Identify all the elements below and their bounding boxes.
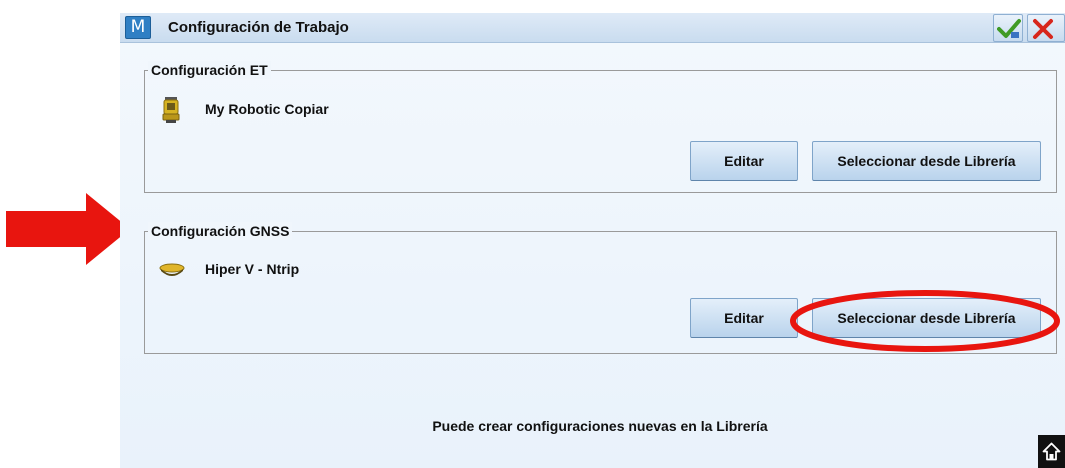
screenshot-page: M Configuración de Trabajo Configuración… [0, 0, 1065, 468]
et-configuration-group: Configuración ET My Robotic Copiar Edita… [144, 61, 1057, 193]
footer-message: Puede crear configuraciones nuevas en la… [432, 418, 768, 434]
annotation-arrow-icon [6, 193, 130, 265]
close-icon [1033, 19, 1053, 39]
total-station-icon [162, 97, 180, 123]
gnss-edit-button[interactable]: Editar [690, 298, 798, 338]
app-logo-icon[interactable]: M [125, 16, 151, 39]
gnss-select-library-button[interactable]: Seleccionar desde Librería [812, 298, 1041, 338]
gnss-configuration-group: Configuración GNSS Hiper V - Ntrip Edita… [144, 222, 1057, 354]
et-edit-button[interactable]: Editar [690, 141, 798, 181]
home-button[interactable] [1038, 435, 1065, 468]
et-device-name: My Robotic Copiar [205, 101, 329, 117]
title-bar: M Configuración de Trabajo [120, 13, 1065, 43]
home-icon [1042, 442, 1061, 461]
gnss-device-name: Hiper V - Ntrip [205, 261, 300, 277]
et-select-library-button[interactable]: Seleccionar desde Librería [812, 141, 1041, 181]
cancel-button[interactable] [1027, 14, 1065, 42]
gnss-group-title: Configuración GNSS [148, 222, 293, 240]
app-window: M Configuración de Trabajo Configuración… [120, 13, 1065, 468]
window-title: Configuración de Trabajo [168, 19, 349, 36]
gnss-receiver-icon [159, 263, 185, 276]
accept-button[interactable] [993, 14, 1023, 42]
checkmark-icon [997, 19, 1021, 38]
et-group-title: Configuración ET [148, 61, 271, 79]
